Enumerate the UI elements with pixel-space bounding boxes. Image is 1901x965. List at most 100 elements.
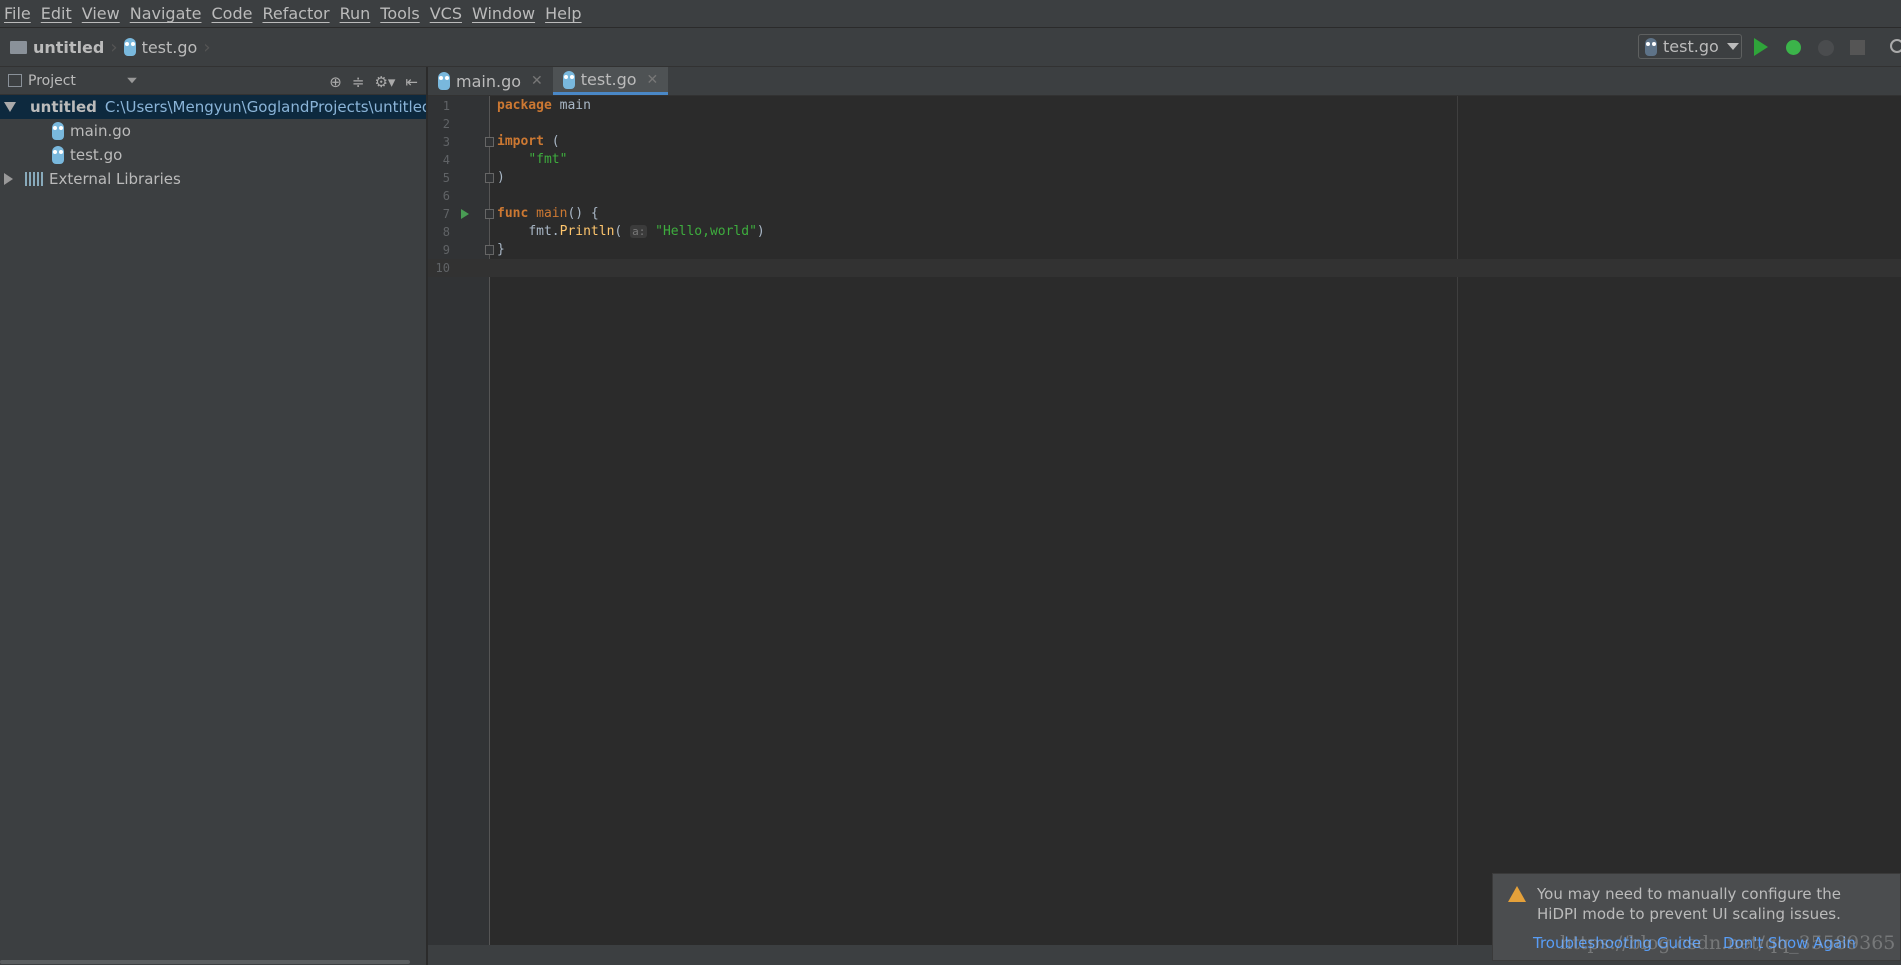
file-name: test.go xyxy=(70,146,123,164)
libraries-icon xyxy=(25,172,43,186)
tree-item-main-go[interactable]: main.go xyxy=(0,119,426,143)
line-number: 5 xyxy=(442,171,450,185)
code-line-7: 7 func main() { xyxy=(428,205,1901,223)
code-text: } xyxy=(497,242,505,257)
project-panel-title[interactable]: Project xyxy=(28,73,76,89)
libraries-label: External Libraries xyxy=(49,170,181,188)
code-text: ( xyxy=(543,134,560,149)
project-tool-window: Project ⊕ ≑ ⚙▾ ⇤ untitled C:\Users\Mengy… xyxy=(0,67,427,965)
code-line-6: 6 xyxy=(428,187,1901,205)
menu-window[interactable]: Window xyxy=(472,4,535,23)
code-text: ) xyxy=(756,224,765,239)
search-everywhere-icon[interactable] xyxy=(1890,39,1901,53)
navigation-bar: untitled › test.go › test.go xyxy=(0,28,1901,67)
tree-item-test-go[interactable]: test.go xyxy=(0,143,426,167)
fold-end-icon[interactable] xyxy=(485,245,494,255)
keyword: package xyxy=(497,98,552,113)
menu-tools[interactable]: Tools xyxy=(380,4,419,23)
code-text: fmt. xyxy=(528,224,560,239)
close-tab-icon[interactable]: ✕ xyxy=(647,72,659,88)
line-number: 8 xyxy=(442,225,450,239)
hidpi-notification: You may need to manually configure the H… xyxy=(1492,873,1901,961)
run-icon[interactable] xyxy=(1754,38,1768,56)
run-with-coverage-icon[interactable] xyxy=(1818,40,1834,56)
breadcrumb-project[interactable]: untitled xyxy=(33,38,104,57)
view-dropdown-icon[interactable] xyxy=(127,77,137,84)
keyword: func xyxy=(497,206,529,221)
locate-icon[interactable]: ⊕ xyxy=(329,73,342,91)
tree-item-external-libraries[interactable]: External Libraries xyxy=(0,167,426,191)
menu-navigate[interactable]: Navigate xyxy=(130,4,202,23)
function-call: Println xyxy=(559,224,615,239)
root-path: C:\Users\Mengyun\GoglandProjects\untitle… xyxy=(104,98,426,116)
dropdown-arrow-icon xyxy=(1726,43,1739,50)
stop-icon[interactable] xyxy=(1850,40,1865,55)
code-text: () { xyxy=(567,206,599,221)
go-file-icon xyxy=(438,72,450,90)
troubleshooting-guide-link[interactable]: Troubleshooting Guide xyxy=(1533,934,1701,952)
run-configuration-select[interactable]: test.go xyxy=(1638,34,1742,59)
line-number: 10 xyxy=(435,261,450,275)
editor-tabs: main.go ✕ test.go ✕ xyxy=(428,67,1901,96)
line-number: 3 xyxy=(442,135,450,149)
run-configuration-label: test.go xyxy=(1663,37,1719,56)
run-gutter-icon[interactable] xyxy=(461,209,469,219)
code-line-8: 8 fmt.Println( a: "Hello,world") xyxy=(428,223,1901,241)
parameter-hint: a: xyxy=(630,225,648,238)
dont-show-again-link[interactable]: Don't Show Again xyxy=(1723,934,1856,952)
string-literal: "Hello,world" xyxy=(655,224,757,239)
file-name: main.go xyxy=(70,122,131,140)
project-view-icon xyxy=(8,74,22,87)
collapse-all-icon[interactable]: ≑ xyxy=(352,73,365,91)
breadcrumb: untitled › test.go › xyxy=(10,37,217,58)
menu-code[interactable]: Code xyxy=(212,4,253,23)
code-line-5: 5) xyxy=(428,169,1901,187)
keyword: import xyxy=(497,134,544,149)
menu-vcs[interactable]: VCS xyxy=(430,4,462,23)
menu-edit[interactable]: Edit xyxy=(41,4,72,23)
line-number: 1 xyxy=(442,99,450,113)
project-panel-header: Project ⊕ ≑ ⚙▾ ⇤ xyxy=(0,67,426,95)
line-number: 6 xyxy=(442,189,450,203)
fold-icon[interactable] xyxy=(485,209,494,219)
fold-icon[interactable] xyxy=(485,137,494,147)
tree-item-root[interactable]: untitled C:\Users\Mengyun\GoglandProject… xyxy=(0,95,426,119)
go-file-icon xyxy=(123,38,136,56)
root-name: untitled xyxy=(30,98,97,116)
menu-bar: File Edit View Navigate Code Refactor Ru… xyxy=(0,0,1901,28)
code-editor[interactable]: 1 package main 2 3 import ( 4 "fmt" 5) 6 7… xyxy=(428,96,1901,945)
menu-run[interactable]: Run xyxy=(340,4,371,23)
menu-file[interactable]: File xyxy=(4,4,31,23)
fold-end-icon[interactable] xyxy=(485,173,494,183)
go-run-config-icon xyxy=(1645,37,1657,56)
hide-panel-icon[interactable]: ⇤ xyxy=(405,73,418,91)
close-tab-icon[interactable]: ✕ xyxy=(531,73,543,89)
tab-label: test.go xyxy=(580,70,637,89)
code-line-2: 2 xyxy=(428,115,1901,133)
horizontal-scrollbar[interactable] xyxy=(0,960,410,964)
chevron-right-icon: › xyxy=(110,36,118,58)
breadcrumb-file[interactable]: test.go xyxy=(142,38,198,57)
code-text: main xyxy=(551,98,591,113)
settings-gear-icon[interactable]: ⚙▾ xyxy=(374,73,395,91)
menu-refactor[interactable]: Refactor xyxy=(262,4,329,23)
notification-message: You may need to manually configure the H… xyxy=(1537,885,1841,923)
warning-icon xyxy=(1508,886,1526,902)
debug-icon[interactable] xyxy=(1786,40,1801,55)
line-number: 7 xyxy=(442,207,450,221)
line-number: 9 xyxy=(442,243,450,257)
string-literal: "fmt" xyxy=(528,152,568,167)
line-number: 4 xyxy=(442,153,450,167)
line-number: 2 xyxy=(442,117,450,131)
go-file-icon xyxy=(52,122,64,140)
menu-view[interactable]: View xyxy=(82,4,120,23)
code-line-4: 4 "fmt" xyxy=(428,151,1901,169)
menu-help[interactable]: Help xyxy=(545,4,581,23)
collapsed-arrow-icon[interactable] xyxy=(4,173,13,185)
expand-arrow-icon[interactable] xyxy=(4,102,16,112)
tab-label: main.go xyxy=(456,71,522,91)
code-text: ( xyxy=(614,224,623,239)
tab-main-go[interactable]: main.go ✕ xyxy=(428,67,553,95)
code-text: ) xyxy=(497,170,505,185)
tab-test-go[interactable]: test.go ✕ xyxy=(552,67,669,95)
